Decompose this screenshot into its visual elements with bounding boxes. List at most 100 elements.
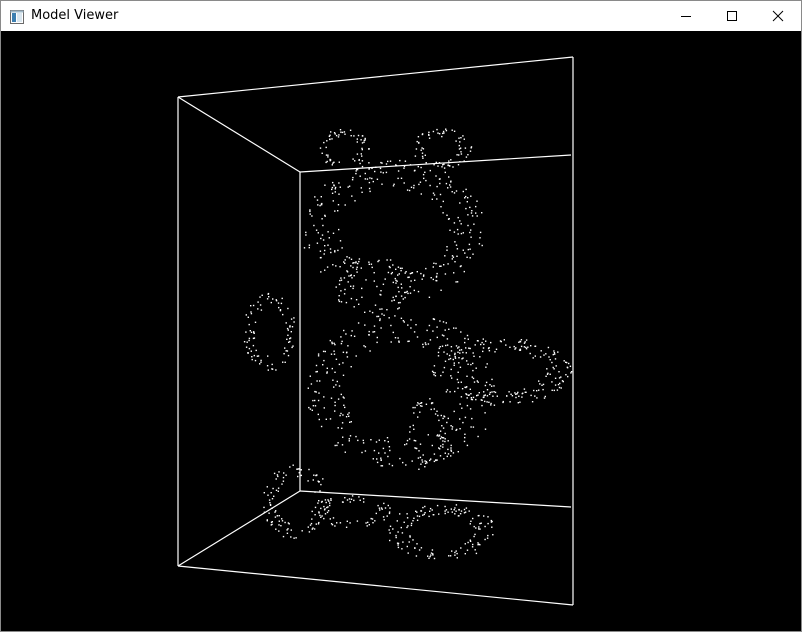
cloud-point — [272, 487, 274, 490]
cloud-point — [519, 348, 522, 350]
cloud-point — [331, 192, 334, 194]
cloud-point — [351, 195, 353, 197]
cloud-point — [430, 554, 432, 556]
cloud-point — [423, 513, 425, 516]
cloud-point — [458, 508, 460, 511]
cloud-point — [413, 170, 416, 172]
cloud-point — [421, 133, 424, 136]
cloud-point — [467, 338, 469, 340]
cloud-point — [455, 244, 458, 246]
cloud-point — [453, 364, 455, 366]
cloud-point — [456, 255, 458, 257]
cloud-point — [490, 402, 492, 405]
cloud-point — [445, 128, 447, 130]
cloud-point — [460, 232, 463, 235]
cloud-point — [470, 426, 472, 428]
cloud-point — [473, 381, 476, 383]
cloud-point — [338, 161, 340, 163]
cloud-point — [428, 296, 431, 298]
cloud-point — [330, 397, 333, 399]
cloud-point — [466, 201, 468, 203]
cloud-point — [453, 130, 456, 132]
cloud-point — [475, 527, 477, 529]
close-button[interactable] — [755, 1, 801, 31]
cloud-point — [282, 313, 284, 316]
cloud-point — [338, 363, 341, 366]
cloud-point — [346, 271, 349, 273]
title-bar[interactable]: Model Viewer — [1, 1, 801, 31]
cloud-point — [327, 510, 330, 512]
cloud-point — [485, 366, 487, 368]
maximize-button[interactable] — [709, 1, 755, 31]
cloud-point — [317, 523, 320, 525]
cloud-point — [335, 265, 337, 267]
cloud-point — [444, 171, 446, 174]
cloud-point — [553, 368, 555, 370]
cloud-point — [387, 160, 389, 163]
window-title: Model Viewer — [31, 8, 119, 23]
cloud-point — [260, 361, 262, 363]
cloud-point — [565, 374, 567, 376]
cloud-point — [386, 259, 388, 261]
cloud-point — [472, 362, 474, 365]
cloud-point — [315, 391, 317, 393]
cloud-point — [272, 298, 274, 300]
cloud-point — [484, 525, 486, 528]
cloud-point — [397, 286, 399, 289]
cloud-point — [478, 543, 480, 545]
cloud-point — [455, 281, 457, 283]
minimize-button[interactable] — [663, 1, 709, 31]
cloud-point — [346, 256, 348, 258]
cloud-point — [376, 285, 378, 288]
cloud-point — [459, 349, 461, 351]
cloud-point — [336, 444, 338, 447]
cloud-point — [368, 167, 370, 169]
cloud-point — [342, 396, 344, 398]
cloud-point — [554, 384, 557, 386]
cloud-point — [429, 184, 431, 187]
cloud-point — [317, 399, 320, 402]
cloud-point — [465, 347, 467, 349]
cloud-point — [413, 331, 416, 333]
cloud-point — [389, 507, 391, 509]
cloud-point — [367, 521, 369, 524]
cloud-point — [447, 511, 449, 513]
cloud-point — [381, 508, 383, 510]
cloud-point — [384, 452, 386, 454]
cloud-point — [379, 308, 381, 310]
cloud-point — [275, 369, 277, 371]
cloud-point — [263, 506, 265, 509]
cloud-point — [357, 262, 359, 265]
3d-viewport[interactable] — [1, 31, 801, 631]
cloud-point — [452, 358, 454, 361]
cloud-point — [309, 375, 311, 377]
cloud-point — [454, 241, 456, 243]
cloud-point — [417, 457, 420, 459]
cloud-point — [483, 396, 485, 398]
cloud-point — [534, 395, 536, 397]
cloud-point — [487, 347, 490, 350]
cloud-point — [380, 171, 382, 173]
cloud-point — [476, 380, 478, 382]
cloud-point — [358, 258, 361, 260]
cloud-point — [392, 264, 394, 266]
cloud-point — [459, 352, 461, 354]
cloud-point — [400, 283, 402, 285]
cloud-point — [332, 517, 335, 519]
cloud-point — [384, 440, 386, 442]
cloud-point — [409, 535, 411, 537]
cloud-point — [473, 223, 475, 225]
cloud-point — [314, 196, 316, 198]
cloud-point — [462, 357, 464, 359]
cloud-point — [490, 341, 492, 344]
cloud-point — [418, 183, 420, 186]
cloud-point — [308, 246, 310, 249]
cloud-point — [329, 504, 331, 507]
cloud-point — [436, 434, 439, 436]
cloud-point — [438, 447, 440, 449]
cloud-point — [451, 511, 453, 513]
cloud-point — [354, 200, 356, 202]
cloud-point — [446, 246, 448, 248]
cloud-point — [252, 344, 255, 347]
cloud-point — [442, 200, 444, 203]
